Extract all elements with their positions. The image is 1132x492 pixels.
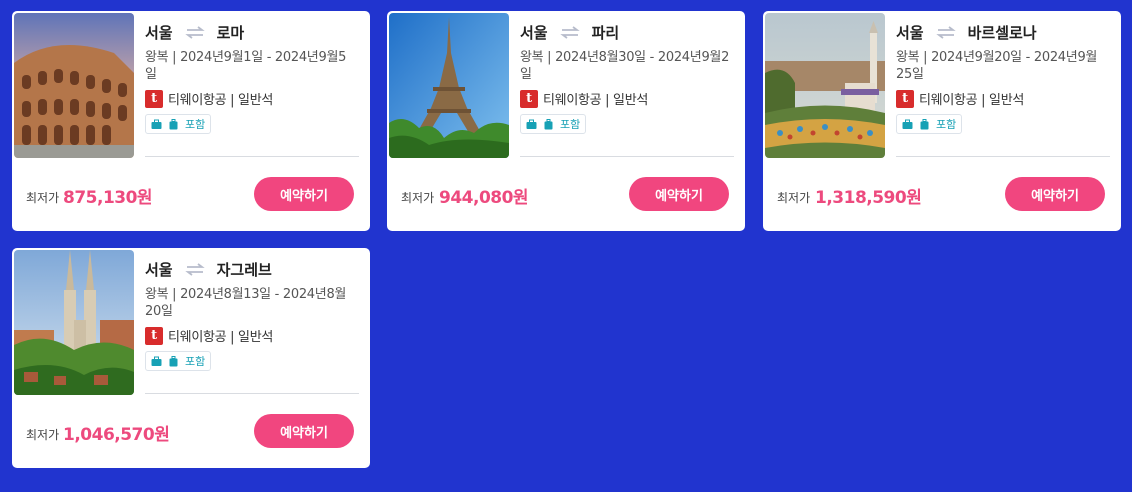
destination-image-paris [389, 13, 509, 158]
price: 1,046,570원 [63, 425, 170, 445]
flight-card-barcelona[interactable]: 서울 바르셀로나 왕복 | 2024년9월20일 - 2024년9월 25일 t… [763, 11, 1121, 231]
baggage-included-badge: 포함 [145, 114, 212, 134]
destination-image-barcelona [765, 13, 885, 158]
book-button[interactable]: 예약하기 [629, 177, 729, 211]
airline-logo: t [145, 326, 163, 345]
trip-dates-line: 20일 [145, 304, 173, 319]
airline-info: t 티웨이항공 | 일반석 [896, 89, 1110, 108]
flight-card-zagreb[interactable]: 서울 자그레브 왕복 | 2024년8월13일 - 2024년8월 20일 t … [12, 248, 370, 468]
divider [145, 393, 359, 394]
suitcase-icon [544, 118, 553, 129]
route: 서울 로마 [145, 21, 359, 43]
flight-card-paris[interactable]: 서울 파리 왕복 | 2024년8월30일 - 2024년9월2 일 t 티웨이… [387, 11, 745, 231]
destination-city: 자그레브 [216, 260, 272, 279]
divider [145, 156, 359, 157]
trip-dates-line: 왕복 | 2024년8월13일 - 2024년8월 [145, 287, 347, 302]
trip-dates: 왕복 | 2024년9월1일 - 2024년9월5 일 [145, 49, 359, 83]
lowest-price-label: 최저가 [401, 191, 435, 205]
included-label: 포함 [936, 118, 957, 131]
suitcase-icon [920, 118, 929, 129]
price: 1,318,590원 [815, 188, 922, 208]
lowest-price-label: 최저가 [26, 191, 60, 205]
divider [520, 156, 734, 157]
airline-name: 티웨이항공 | 일반석 [168, 330, 274, 345]
trip-dates: 왕복 | 2024년8월30일 - 2024년9월2 일 [520, 49, 734, 83]
briefcase-icon [151, 356, 162, 366]
included-label: 포함 [560, 118, 581, 131]
airline-logo: t [520, 89, 538, 108]
trip-dates-line: 왕복 | 2024년9월20일 - 2024년9월 [896, 50, 1098, 65]
trip-dates: 왕복 | 2024년9월20일 - 2024년9월 25일 [896, 49, 1110, 83]
destination-image-zagreb [14, 250, 134, 395]
trip-dates: 왕복 | 2024년8월13일 - 2024년8월 20일 [145, 286, 359, 320]
trip-dates-line: 왕복 | 2024년8월30일 - 2024년9월2 [520, 50, 730, 65]
airline-logo: t [145, 89, 163, 108]
flight-card-rome[interactable]: 서울 로마 왕복 | 2024년9월1일 - 2024년9월5 일 t 티웨이항… [12, 11, 370, 231]
suitcase-icon [169, 118, 178, 129]
round-trip-arrows-icon [559, 26, 580, 39]
book-button[interactable]: 예약하기 [1005, 177, 1105, 211]
baggage-included-badge: 포함 [896, 114, 963, 134]
route: 서울 파리 [520, 21, 734, 43]
origin-city: 서울 [145, 23, 173, 42]
trip-dates-line: 일 [520, 67, 532, 82]
included-label: 포함 [185, 355, 206, 368]
round-trip-arrows-icon [184, 26, 205, 39]
price: 875,130원 [63, 188, 153, 208]
origin-city: 서울 [520, 23, 548, 42]
origin-city: 서울 [896, 23, 924, 42]
airline-info: t 티웨이항공 | 일반석 [145, 89, 359, 108]
airline-info: t 티웨이항공 | 일반석 [145, 326, 359, 345]
briefcase-icon [151, 119, 162, 129]
book-button[interactable]: 예약하기 [254, 177, 354, 211]
suitcase-icon [169, 355, 178, 366]
baggage-included-badge: 포함 [145, 351, 212, 371]
route: 서울 자그레브 [145, 258, 359, 280]
trip-dates-line: 왕복 | 2024년9월1일 - 2024년9월5 [145, 50, 347, 65]
divider [896, 156, 1110, 157]
lowest-price-label: 최저가 [26, 428, 60, 442]
baggage-included-badge: 포함 [520, 114, 587, 134]
trip-dates-line: 일 [145, 67, 157, 82]
destination-city: 파리 [591, 23, 620, 42]
round-trip-arrows-icon [184, 263, 205, 276]
price: 944,080원 [439, 188, 529, 208]
destination-image-rome [14, 13, 134, 158]
airline-info: t 티웨이항공 | 일반석 [520, 89, 734, 108]
briefcase-icon [902, 119, 913, 129]
destination-city: 로마 [216, 23, 245, 42]
book-button[interactable]: 예약하기 [254, 414, 354, 448]
lowest-price-label: 최저가 [777, 191, 811, 205]
origin-city: 서울 [145, 260, 173, 279]
airline-name: 티웨이항공 | 일반석 [543, 93, 649, 108]
airline-name: 티웨이항공 | 일반석 [168, 93, 274, 108]
route: 서울 바르셀로나 [896, 21, 1110, 43]
airline-logo: t [896, 89, 914, 108]
destination-city: 바르셀로나 [967, 23, 1037, 42]
included-label: 포함 [185, 118, 206, 131]
airline-name: 티웨이항공 | 일반석 [919, 93, 1025, 108]
briefcase-icon [526, 119, 537, 129]
trip-dates-line: 25일 [896, 67, 924, 82]
round-trip-arrows-icon [935, 26, 956, 39]
